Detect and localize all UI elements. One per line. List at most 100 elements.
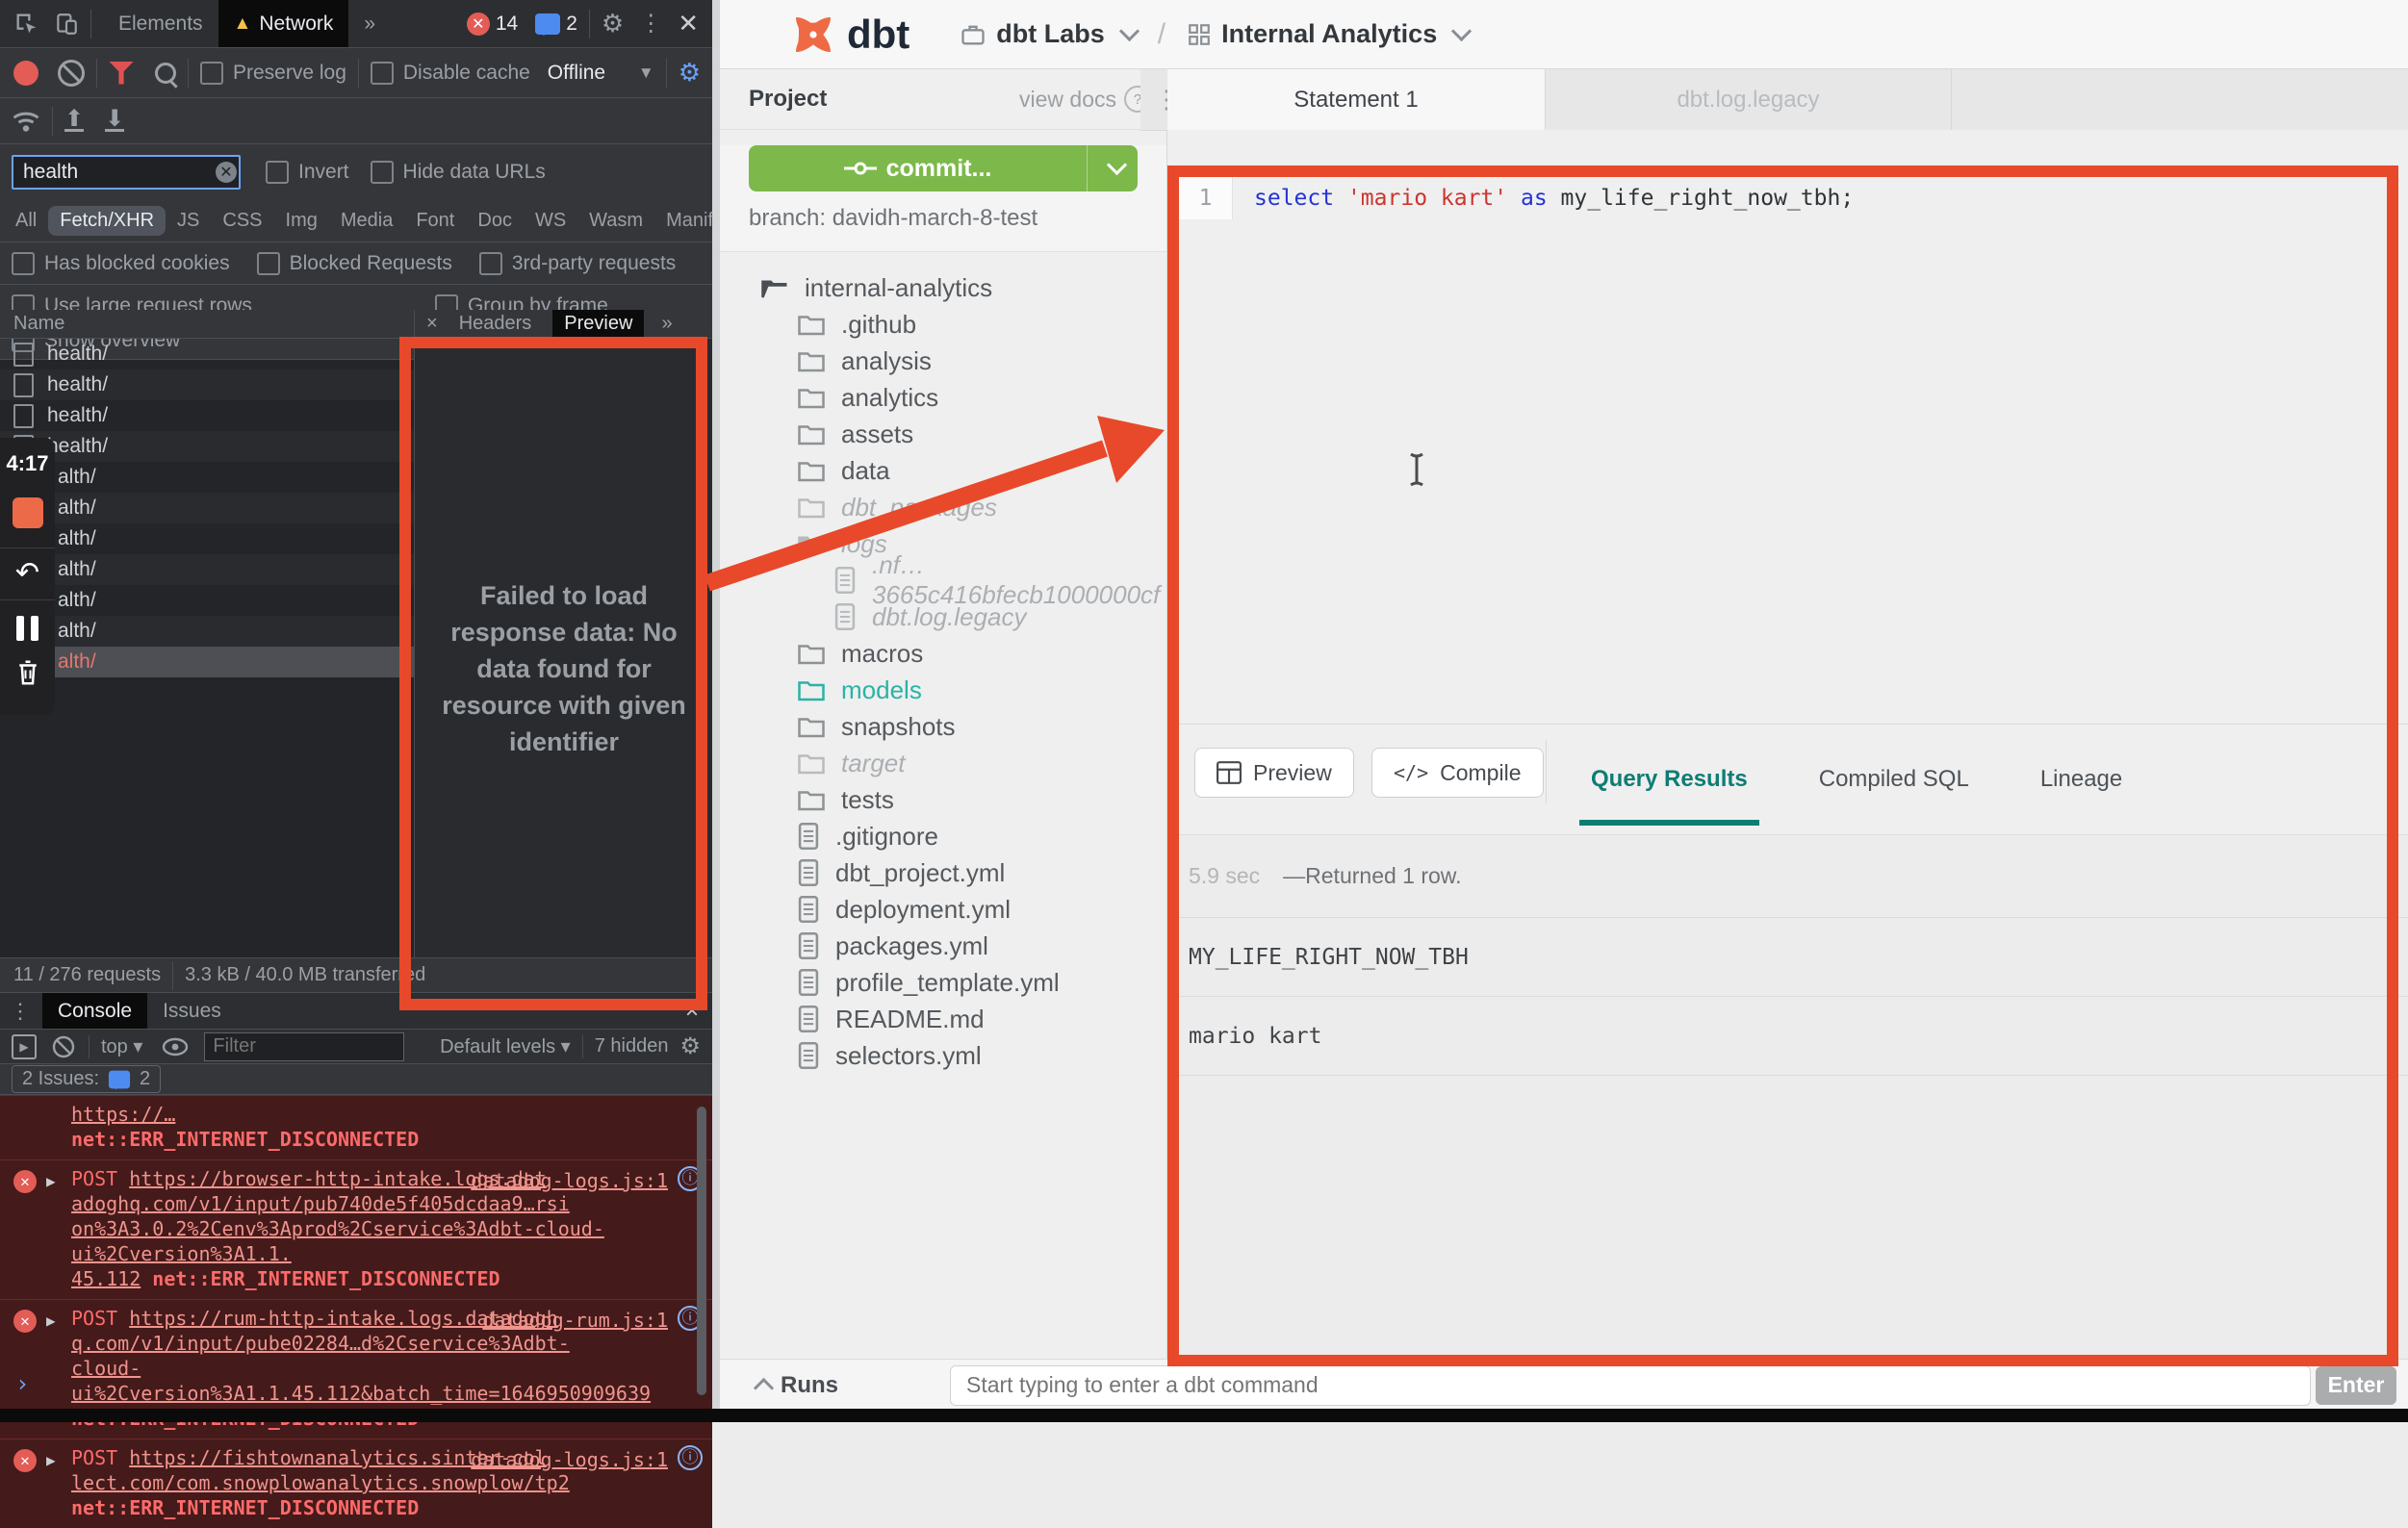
throttling-select[interactable]: Offline [548, 62, 605, 85]
expand-triangle-icon[interactable]: ▶ [46, 1448, 56, 1473]
console-kebab-icon[interactable]: ⋮ [10, 999, 31, 1024]
issue-count-badge[interactable]: 2 [535, 13, 577, 36]
type-filter-css[interactable]: CSS [211, 206, 273, 236]
tree-item-analysis[interactable]: analysis [797, 343, 932, 379]
type-filter-fetchxhr[interactable]: Fetch/XHR [48, 206, 166, 236]
tab-statement-1[interactable]: Statement 1 [1167, 69, 1546, 130]
tree-item-internal-analytics[interactable]: internal-analytics [760, 269, 992, 306]
context-selector[interactable]: top ▾ [101, 1034, 142, 1058]
column-header-name[interactable]: Name [13, 313, 64, 335]
request-row[interactable]: health/ [0, 339, 414, 369]
view-docs-link[interactable]: view docs [1019, 87, 1116, 113]
tab-dbt-log-legacy[interactable]: dbt.log.legacy [1546, 69, 1952, 130]
invert-checkbox[interactable] [266, 161, 289, 184]
close-console-icon[interactable]: × [685, 998, 699, 1025]
network-conditions-icon[interactable] [12, 109, 40, 134]
tree-item-analytics[interactable]: analytics [797, 379, 938, 416]
results-tab-query-results[interactable]: Query Results [1591, 766, 1748, 793]
close-details-icon[interactable]: × [426, 313, 438, 335]
dbt-command-input[interactable] [950, 1365, 2311, 1406]
filter-funnel-icon[interactable] [109, 62, 134, 85]
console-error-entry[interactable]: ✕▶POST https://browser-http-intake.logs.… [0, 1159, 712, 1299]
network-settings-gear-icon[interactable]: ⚙ [679, 58, 701, 88]
request-row[interactable]: alth/ [0, 585, 414, 616]
error-url-link[interactable]: 45.112 [71, 1267, 141, 1290]
console-filter-input[interactable] [204, 1032, 404, 1061]
type-filter-js[interactable]: JS [166, 206, 211, 236]
type-filter-img[interactable]: Img [274, 206, 329, 236]
disable-cache-checkbox[interactable] [371, 62, 394, 85]
account-switcher[interactable]: dbt Labs [960, 19, 1137, 49]
eye-icon[interactable] [162, 1037, 189, 1057]
commit-button[interactable]: commit... [749, 145, 1138, 191]
tab-preview[interactable]: Preview [552, 310, 644, 338]
error-source-link[interactable]: datadog-logs.js:1 [471, 1447, 668, 1472]
request-row[interactable]: alth/ [0, 616, 414, 647]
error-url-link[interactable]: q.com/v1/input/pube02284…d%2Cservice%3Ad… [71, 1332, 570, 1355]
error-source-link[interactable]: datadog-rum.js:1 [482, 1308, 668, 1333]
request-row[interactable]: alth/ [0, 647, 414, 677]
hide-data-urls-checkbox[interactable] [371, 161, 394, 184]
dbt-logo[interactable] [787, 9, 839, 61]
tree-item-profile-template-yml[interactable]: profile_template.yml [797, 964, 1060, 1001]
export-har-icon[interactable]: ⬇ [105, 110, 124, 132]
commit-dropdown-chevron[interactable] [1087, 145, 1138, 191]
clear-network-log-icon[interactable] [58, 60, 85, 87]
record-network-log-icon[interactable] [13, 61, 38, 86]
type-filter-wasm[interactable]: Wasm [577, 206, 654, 236]
request-row[interactable]: health/ [0, 369, 414, 400]
runs-toggle[interactable]: Runs [756, 1372, 838, 1399]
tree-item-dbt-log-legacy[interactable]: dbt.log.legacy [833, 598, 1026, 635]
request-row[interactable]: alth/ [0, 462, 414, 493]
tree-item-data[interactable]: data [797, 452, 890, 489]
has-blocked-cookies-checkbox[interactable] [12, 252, 35, 275]
console-prompt[interactable]: › [0, 1370, 712, 1405]
type-filter-doc[interactable]: Doc [466, 206, 524, 236]
tab-headers[interactable]: Headers [459, 313, 532, 335]
delete-recording-icon[interactable] [15, 658, 40, 692]
tree-item-tests[interactable]: tests [797, 781, 894, 818]
error-url-link[interactable]: on%3A3.0.2%2Cenv%3Aprod%2Cservice%3Adbt-… [71, 1217, 604, 1265]
project-switcher[interactable]: Internal Analytics [1187, 19, 1469, 49]
console-error-entry[interactable]: https://…net::ERR_INTERNET_DISCONNECTED [0, 1095, 712, 1159]
results-tab-compiled-sql[interactable]: Compiled SQL [1819, 766, 1969, 793]
tab-network[interactable]: ▲ Network [218, 0, 349, 47]
error-url-link[interactable]: adoghq.com/v1/input/pub740de5f405dcdaa9…… [71, 1192, 570, 1215]
network-filter-input[interactable] [12, 155, 241, 190]
type-filter-all[interactable]: All [4, 206, 48, 236]
log-levels-select[interactable]: Default levels ▾ [440, 1034, 571, 1058]
more-tabs-chevron[interactable]: » [348, 0, 391, 47]
request-row[interactable]: alth/ [0, 554, 414, 585]
tree-item--nf-3665c416bfecb1000000cf[interactable]: .nf…3665c416bfecb1000000cf [833, 562, 1166, 598]
request-row[interactable]: alth/ [0, 523, 414, 554]
type-filter-media[interactable]: Media [329, 206, 404, 236]
request-row[interactable]: alth/ [0, 493, 414, 523]
tree-item--github[interactable]: .github [797, 306, 916, 343]
expand-triangle-icon[interactable]: ▶ [46, 1169, 56, 1194]
preview-button[interactable]: Preview [1194, 748, 1354, 798]
details-more-tabs-chevron[interactable]: » [661, 313, 672, 335]
console-error-entry[interactable]: ✕▶POST https://fishtownanalytics.sinter-… [0, 1439, 712, 1528]
tree-item-models[interactable]: models [797, 672, 922, 708]
enter-button[interactable]: Enter [2316, 1366, 2396, 1405]
restart-recording-icon[interactable]: ↶ [15, 556, 39, 590]
tree-item-packages-yml[interactable]: packages.yml [797, 928, 988, 964]
results-tab-lineage[interactable]: Lineage [2040, 766, 2122, 793]
tree-item-selectors-yml[interactable]: selectors.yml [797, 1037, 982, 1074]
tree-item-assets[interactable]: assets [797, 416, 913, 452]
console-scrollbar[interactable] [697, 1107, 706, 1395]
close-devtools-icon[interactable]: ✕ [678, 9, 699, 38]
error-url-link[interactable]: https://… [71, 1103, 175, 1126]
blocked-requests-checkbox[interactable] [257, 252, 280, 275]
type-filter-ws[interactable]: WS [524, 206, 577, 236]
error-url-link[interactable]: lect.com/com.snowplowanalytics.snowplow/… [71, 1471, 570, 1494]
eval-context-icon[interactable]: ▶ [12, 1034, 37, 1059]
console-settings-gear-icon[interactable]: ⚙ [679, 1032, 701, 1060]
kebab-menu-icon[interactable]: ⋮ [639, 10, 662, 38]
inspect-element-icon[interactable] [13, 11, 40, 38]
import-har-icon[interactable]: ⬆ [64, 110, 84, 132]
preserve-log-checkbox[interactable] [200, 62, 223, 85]
error-source-link[interactable]: datadog-logs.js:1 [471, 1168, 668, 1193]
request-row[interactable]: health/ [0, 431, 414, 462]
tree-item-readme-md[interactable]: README.md [797, 1001, 985, 1037]
